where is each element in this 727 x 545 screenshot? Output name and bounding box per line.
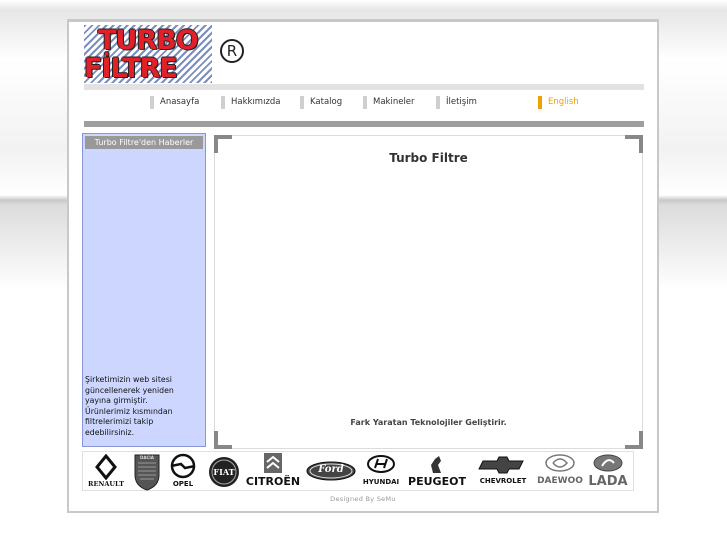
registered-mark-icon: R bbox=[220, 39, 244, 63]
chevrolet-bowtie-icon bbox=[478, 456, 524, 474]
main-nav: Anasayfa Hakkımızda Katalog Makineler İl… bbox=[69, 96, 657, 114]
turbo-filtre-logo[interactable]: TURBO FİLTRE R bbox=[84, 25, 244, 84]
logo-line-1: TURBO bbox=[98, 25, 199, 56]
brand-daewoo[interactable]: DAEWOO bbox=[537, 452, 583, 492]
brand-lada[interactable]: LADA bbox=[586, 452, 630, 492]
hyundai-logo-icon bbox=[367, 455, 395, 473]
page-container: TURBO FİLTRE R Anasayfa Hakkımızda Katal… bbox=[69, 22, 657, 511]
nav-makineler[interactable]: Makineler bbox=[363, 96, 415, 109]
brand-hyundai[interactable]: HYUNDAI bbox=[359, 452, 403, 492]
nav-iletisim[interactable]: İletişim bbox=[436, 96, 477, 109]
opel-logo-icon bbox=[170, 453, 196, 479]
brand-citroen[interactable]: CITROËN bbox=[244, 452, 302, 492]
brand-strip: RENAULT DACIA OPEL FIAT CITROËN Ford HYU… bbox=[82, 451, 634, 491]
news-text: Şirketimizin web sitesi güncellenerek ye… bbox=[85, 375, 174, 437]
content-title: Turbo Filtre bbox=[389, 151, 468, 165]
logo-line-2: FİLTRE bbox=[84, 53, 178, 84]
header-divider bbox=[84, 84, 644, 90]
brand-peugeot[interactable]: PEUGEOT bbox=[403, 452, 471, 492]
page-frame: TURBO FİLTRE R Anasayfa Hakkımızda Katal… bbox=[67, 19, 659, 513]
lada-logo-icon bbox=[593, 454, 623, 472]
news-sidebar: Turbo Filtre'den Haberler Şirketimizin w… bbox=[82, 133, 206, 447]
news-title: Turbo Filtre'den Haberler bbox=[85, 136, 203, 149]
citroen-logo-icon bbox=[264, 453, 282, 473]
renault-logo-icon bbox=[95, 454, 117, 480]
main-content: Turbo Filtre Fark Yaratan Teknolojiler G… bbox=[214, 135, 643, 449]
brand-renault[interactable]: RENAULT bbox=[85, 452, 127, 492]
nav-katalog[interactable]: Katalog bbox=[300, 96, 342, 109]
content-slogan: Fark Yaratan Teknolojiler Geliştirir. bbox=[350, 418, 507, 427]
brand-ford[interactable]: Ford bbox=[305, 452, 357, 492]
brand-chevrolet[interactable]: CHEVROLET bbox=[473, 452, 533, 492]
nav-anasayfa[interactable]: Anasayfa bbox=[150, 96, 199, 109]
nav-divider bbox=[84, 121, 644, 127]
brand-fiat[interactable]: FIAT bbox=[208, 452, 240, 492]
nav-hakkimizda[interactable]: Hakkımızda bbox=[221, 96, 281, 109]
corner-bottom-left bbox=[214, 431, 232, 449]
brand-dacia[interactable]: DACIA bbox=[132, 452, 162, 492]
corner-bottom-right bbox=[625, 431, 643, 449]
brand-opel[interactable]: OPEL bbox=[167, 452, 199, 492]
footer-credit: Designed By SeMu bbox=[330, 495, 396, 503]
daewoo-logo-icon bbox=[545, 454, 575, 472]
peugeot-lion-icon bbox=[431, 456, 441, 473]
nav-english[interactable]: English bbox=[538, 96, 579, 109]
